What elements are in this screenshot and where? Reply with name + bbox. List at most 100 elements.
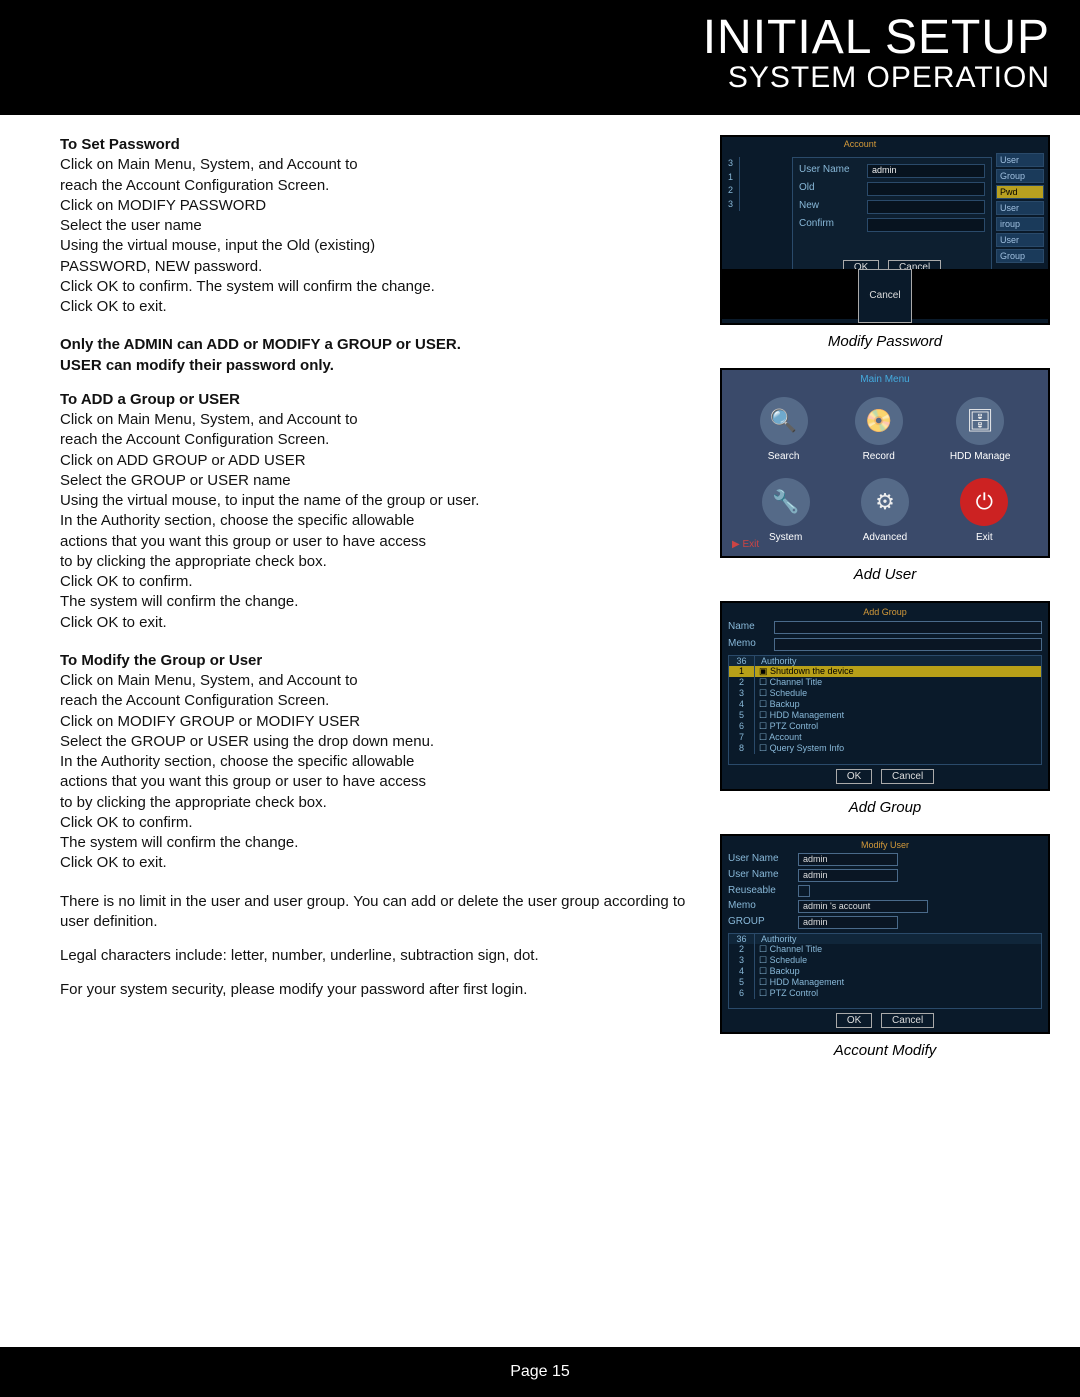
page-footer: Page 15 [0,1347,1080,1397]
text-line: Select the GROUP or USER name [60,471,690,491]
authority-row[interactable]: 3☐ Schedule [729,955,1041,966]
side-item[interactable]: Group [996,169,1044,183]
side-item[interactable]: Group [996,249,1044,263]
heading-modify-group-user: To Modify the Group or User [60,651,690,671]
text-line: The system will confirm the change. [60,833,690,853]
password-dialog: User Nameadmin Old New Confirm OK Cancel [792,157,992,282]
cancel-button[interactable]: Cancel [881,769,934,784]
authority-list: 36Authority 1▣ Shutdown the device 2☐ Ch… [728,655,1042,765]
ok-button[interactable]: OK [836,1013,872,1028]
authority-row-highlighted[interactable]: 1▣ Shutdown the device [729,666,1041,677]
label-username: User Name [728,853,792,866]
authority-row[interactable]: 4☐ Backup [729,966,1041,977]
authority-header: Authority [755,656,1041,666]
checkbox-reusable[interactable] [798,885,810,897]
authority-header: Authority [755,934,1041,944]
authority-row[interactable]: 6☐ PTZ Control [729,988,1041,999]
ok-button[interactable]: OK [836,769,872,784]
count: 36 [729,934,755,944]
screenshot-main-menu: Main Menu 🔍Search 📀Record 🗄HDD Manage 🔧S… [720,368,1050,558]
note-user: USER can modify their password only. [60,356,690,376]
side-item-highlighted[interactable]: Pwd [996,185,1044,199]
screenshot-account-modify: Modify User User Name admin User Name admi… [720,834,1050,1034]
field-username-select[interactable]: admin [798,853,898,866]
field-group-select[interactable]: admin [798,916,898,929]
menu-title: Main Menu [722,370,1048,389]
page-subtitle: SYSTEM OPERATION [0,61,1050,95]
field-name[interactable] [774,621,1042,634]
authority-list: 36Authority 2☐ Channel Title 3☐ Schedule… [728,933,1042,1009]
window-title: Account [722,139,998,149]
label-new: New [799,200,859,214]
paragraph-legal-chars: Legal characters include: letter, number… [60,946,690,966]
menu-item-search[interactable]: 🔍Search [760,397,808,462]
menu-item-advanced[interactable]: ⚙Advanced [861,478,909,543]
text-line: reach the Account Configuration Screen. [60,691,690,711]
text-line: PASSWORD, NEW password. [60,257,690,277]
screenshot-modify-password: Account 3 1 2 3 User Nameadmin Old New C… [720,135,1050,325]
menu-item-system[interactable]: 🔧System [762,478,810,543]
label-reusable: Reuseable [728,885,792,897]
field-username[interactable]: admin [867,164,985,178]
instruction-column: To Set Password Click on Main Menu, Syst… [60,135,690,1069]
text-line: Click on Main Menu, System, and Account … [60,410,690,430]
field-new-password[interactable] [867,200,985,214]
text-line: Click OK to exit. [60,613,690,633]
side-button-column: User Group Pwd User iroup User Group [996,153,1044,263]
label-username: User Name [728,869,792,882]
text-line: Select the GROUP or USER using the drop … [60,732,690,752]
cancel-button[interactable]: Cancel [881,1013,934,1028]
authority-row[interactable]: 7☐ Account [729,732,1041,743]
side-item[interactable]: User [996,233,1044,247]
record-icon: 📀 [855,397,903,445]
text-line: Click on MODIFY PASSWORD [60,196,690,216]
text-line: to by clicking the appropriate check box… [60,793,690,813]
paragraph-limit: There is no limit in the user and user g… [60,892,690,933]
authority-row[interactable]: 3☐ Schedule [729,688,1041,699]
text-line: Click on Main Menu, System, and Account … [60,671,690,691]
window-title: Modify User [728,840,1042,850]
text-line: Using the virtual mouse, to input the na… [60,491,690,511]
menu-item-exit[interactable]: ⏻Exit [960,478,1008,543]
caption-add-group: Add Group [720,799,1050,816]
page-title: INITIAL SETUP [0,10,1050,65]
side-item[interactable]: iroup [996,217,1044,231]
exit-link[interactable]: ▶ Exit [732,539,759,550]
exit-icon: ⏻ [960,478,1008,526]
authority-row[interactable]: 4☐ Backup [729,699,1041,710]
caption-modify-password: Modify Password [720,333,1050,350]
text-line: In the Authority section, choose the spe… [60,511,690,531]
side-item[interactable]: User [996,201,1044,215]
text-line: reach the Account Configuration Screen. [60,176,690,196]
menu-item-record[interactable]: 📀Record [855,397,903,462]
authority-row[interactable]: 6☐ PTZ Control [729,721,1041,732]
system-icon: 🔧 [762,478,810,526]
text-line: Click on Main Menu, System, and Account … [60,155,690,175]
authority-row[interactable]: 5☐ HDD Management [729,710,1041,721]
field-confirm-password[interactable] [867,218,985,232]
field-username[interactable]: admin [798,869,898,882]
text-line: Click OK to exit. [60,853,690,873]
field-old-password[interactable] [867,182,985,196]
hdd-icon: 🗄 [956,397,1004,445]
authority-row[interactable]: 2☐ Channel Title [729,677,1041,688]
heading-add-group-user: To ADD a Group or USER [60,390,690,410]
cancel-button-outer[interactable]: Cancel [858,269,911,323]
authority-row[interactable]: 8☐ Query System Info [729,743,1041,754]
field-memo[interactable]: admin 's account [798,900,928,913]
menu-item-hdd[interactable]: 🗄HDD Manage [950,397,1011,462]
paragraph-security: For your system security, please modify … [60,980,690,1000]
label-memo: Memo [728,900,792,913]
authority-row[interactable]: 5☐ HDD Management [729,977,1041,988]
side-item[interactable]: User [996,153,1044,167]
page-header: INITIAL SETUP SYSTEM OPERATION [0,0,1080,115]
field-memo[interactable] [774,638,1042,651]
advanced-icon: ⚙ [861,478,909,526]
screenshot-add-group: Add Group Name Memo 36Authority 1▣ Shutd… [720,601,1050,791]
authority-row[interactable]: 2☐ Channel Title [729,944,1041,955]
text-line: The system will confirm the change. [60,592,690,612]
text-line: reach the Account Configuration Screen. [60,430,690,450]
label-name: Name [728,621,768,634]
label-username: User Name [799,164,859,178]
caption-account-modify: Account Modify [720,1042,1050,1059]
